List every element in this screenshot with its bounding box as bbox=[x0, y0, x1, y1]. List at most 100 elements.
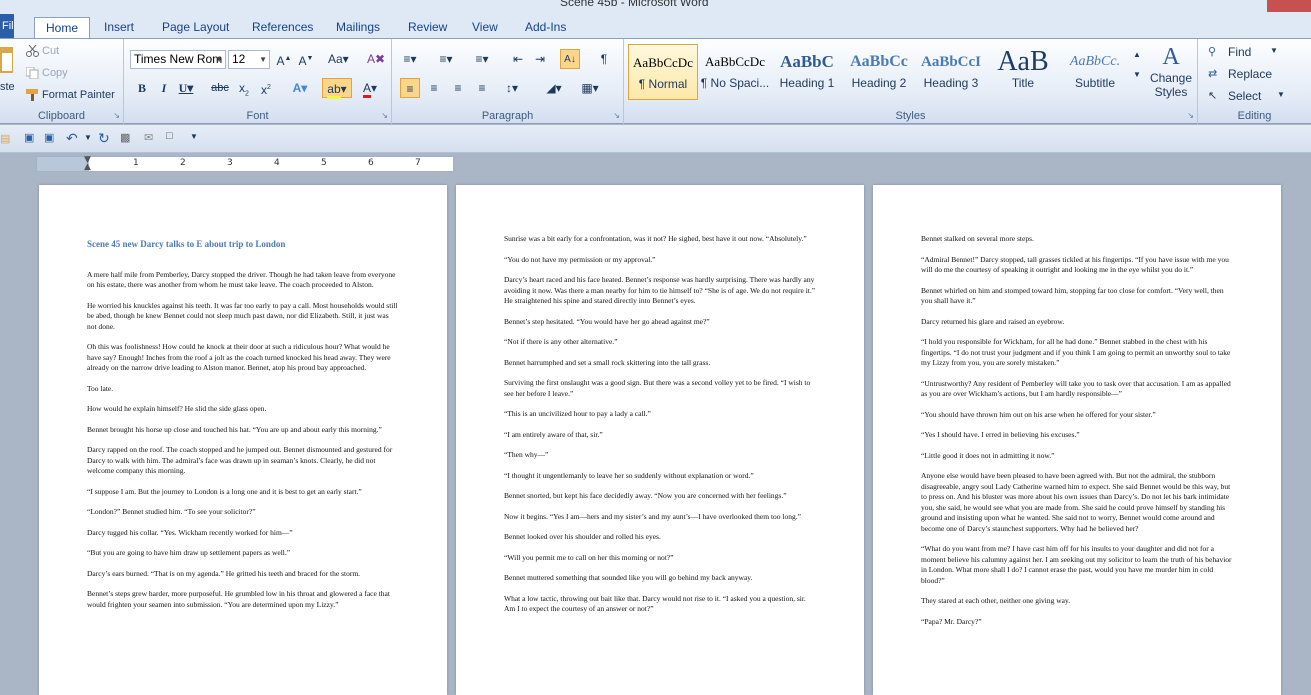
bold-button[interactable]: B bbox=[132, 78, 152, 98]
replace-button[interactable]: Replace bbox=[1228, 67, 1272, 81]
paste-button[interactable]: ste bbox=[0, 81, 15, 93]
highlight-color-button[interactable]: ab▾ bbox=[322, 78, 352, 99]
grow-font-button[interactable]: A▲ bbox=[274, 49, 294, 69]
style-heading-2[interactable]: AaBbCc Heading 2 bbox=[844, 44, 914, 100]
style-no-spacing[interactable]: AaBbCcDc ¶ No Spaci... bbox=[700, 44, 770, 100]
document-page-3[interactable]: Bennet stalked on several more steps. “A… bbox=[873, 185, 1281, 695]
paragraph: Bennet muttered something that sounded l… bbox=[504, 573, 753, 582]
redo-icon[interactable]: ↻ bbox=[98, 130, 110, 147]
font-name-value: Times New Rom bbox=[134, 52, 223, 66]
change-styles-button[interactable]: A Change Styles bbox=[1146, 43, 1196, 103]
line-spacing-icon[interactable]: ↕▾ bbox=[502, 78, 522, 98]
folder-icon[interactable]: ▤ bbox=[0, 132, 10, 145]
tab-add-ins[interactable]: Add-Ins bbox=[525, 17, 566, 38]
customize-qat-icon[interactable]: ▼ bbox=[190, 132, 198, 141]
clipboard-group-label: Clipboard bbox=[37, 110, 86, 122]
clipboard-group: ste Cut Copy Format Painter Clipboard ↘ bbox=[0, 39, 124, 124]
find-dropdown-icon[interactable]: ▼ bbox=[1270, 46, 1278, 55]
shading-icon[interactable]: ◢▾ bbox=[544, 78, 564, 98]
italic-button[interactable]: I bbox=[154, 78, 174, 98]
paragraph: Surviving the first onslaught was a good… bbox=[504, 378, 811, 398]
tab-home[interactable]: Home bbox=[34, 17, 91, 38]
replace-icon: ⇄ bbox=[1208, 68, 1218, 80]
close-button[interactable] bbox=[1267, 0, 1311, 12]
print-preview-icon[interactable]: ▩ bbox=[120, 131, 130, 144]
tab-file[interactable]: File bbox=[0, 14, 14, 38]
email-icon[interactable]: ✉ bbox=[144, 131, 153, 144]
superscript-button[interactable]: x2 bbox=[256, 78, 276, 98]
change-styles-icon: A bbox=[1162, 44, 1180, 70]
binoculars-icon: ⚲ bbox=[1208, 46, 1217, 58]
save-as-icon[interactable]: ▣ bbox=[44, 131, 54, 144]
style-sample: AaBbCcI bbox=[920, 54, 981, 70]
paragraph: “What do you want from me? I have cast h… bbox=[921, 544, 1232, 585]
sort-icon[interactable]: A↓ bbox=[560, 49, 580, 69]
maximize-button[interactable] bbox=[1237, 0, 1267, 12]
tab-insert[interactable]: Insert bbox=[104, 17, 134, 38]
select-button[interactable]: Select bbox=[1228, 89, 1261, 103]
document-page-1[interactable]: Scene 45 new Darcy talks to E about trip… bbox=[39, 185, 447, 695]
font-launcher-icon[interactable]: ↘ bbox=[381, 111, 388, 120]
undo-icon[interactable]: ↶ bbox=[66, 130, 78, 147]
window-controls bbox=[1207, 0, 1311, 14]
bullets-icon[interactable]: ≡▾ bbox=[400, 49, 420, 69]
document-page-2[interactable]: Sunrise was a bit early for a confrontat… bbox=[456, 185, 864, 695]
align-left-button[interactable]: ≡ bbox=[400, 78, 420, 98]
select-dropdown-icon[interactable]: ▼ bbox=[1277, 90, 1285, 99]
ribbon-tabs: File Home Insert Page Layout References … bbox=[0, 14, 1311, 38]
undo-dropdown-icon[interactable]: ▼ bbox=[84, 133, 92, 142]
indent-marker-icon[interactable]: ▼ ▲ bbox=[84, 156, 91, 172]
shrink-font-button[interactable]: A▼ bbox=[296, 49, 316, 69]
align-right-button[interactable]: ≡ bbox=[448, 78, 468, 98]
font-color-button[interactable]: A▾ bbox=[360, 78, 380, 98]
tab-mailings[interactable]: Mailings bbox=[336, 17, 380, 38]
borders-icon[interactable]: ▦▾ bbox=[580, 78, 600, 98]
decrease-indent-icon[interactable]: ⇤ bbox=[508, 49, 528, 69]
paragraph: They stared at each other, neither one g… bbox=[921, 596, 1071, 605]
show-formatting-icon[interactable]: ¶ bbox=[594, 49, 614, 69]
format-painter-button[interactable]: Format Painter bbox=[42, 89, 115, 101]
change-case-button[interactable]: Aa▾ bbox=[328, 49, 349, 69]
justify-button[interactable]: ≡ bbox=[472, 78, 492, 98]
style-sample: AaB bbox=[997, 46, 1049, 77]
gallery-scroll-icon[interactable]: ▲ ▼ bbox=[1132, 45, 1142, 79]
ruler-number: 2 bbox=[180, 158, 186, 168]
paragraph: Oh this was foolishness! How could he kn… bbox=[87, 342, 391, 372]
tab-review[interactable]: Review bbox=[408, 17, 447, 38]
paste-icon bbox=[0, 47, 13, 73]
style-sample: AaBbCcDc bbox=[705, 54, 765, 69]
find-button[interactable]: Find bbox=[1228, 45, 1251, 59]
style-name: Heading 3 bbox=[923, 76, 979, 90]
tab-references[interactable]: References bbox=[252, 17, 313, 38]
underline-button[interactable]: U▾ bbox=[176, 78, 196, 98]
tab-page-layout[interactable]: Page Layout bbox=[162, 17, 229, 38]
title-bar: Scene 45b - Microsoft Word bbox=[0, 0, 1311, 14]
styles-launcher-icon[interactable]: ↘ bbox=[1187, 111, 1194, 120]
tab-view[interactable]: View bbox=[472, 17, 498, 38]
paragraph-launcher-icon[interactable]: ↘ bbox=[613, 111, 620, 120]
style-heading-1[interactable]: AaBbC Heading 1 bbox=[772, 44, 842, 100]
font-size-dropdown[interactable]: 12 ▼ bbox=[228, 50, 270, 69]
align-center-button[interactable]: ≡ bbox=[424, 78, 444, 98]
increase-indent-icon[interactable]: ⇥ bbox=[530, 49, 550, 69]
style-heading-3[interactable]: AaBbCcI Heading 3 bbox=[916, 44, 986, 100]
minimize-button[interactable] bbox=[1207, 0, 1237, 12]
copy-button[interactable]: Copy bbox=[42, 67, 68, 79]
multilevel-list-icon[interactable]: ≡▾ bbox=[472, 49, 492, 69]
save-icon[interactable]: ▣ bbox=[24, 131, 34, 144]
new-document-icon[interactable]: □ bbox=[166, 130, 173, 142]
clear-formatting-icon[interactable]: A✖ bbox=[366, 49, 386, 69]
paragraph: He worried his knuckles against his teet… bbox=[87, 300, 398, 331]
style-title[interactable]: AaB Title bbox=[988, 44, 1058, 100]
strikethrough-button[interactable]: abc bbox=[210, 78, 230, 98]
subscript-button[interactable]: x2 bbox=[234, 78, 254, 98]
paragraph: “But you are going to have him draw up s… bbox=[87, 548, 291, 557]
clipboard-launcher-icon[interactable]: ↘ bbox=[113, 111, 120, 120]
cut-button[interactable]: Cut bbox=[42, 45, 59, 57]
style-normal[interactable]: AaBbCcDc ¶ Normal bbox=[628, 44, 698, 100]
horizontal-ruler[interactable]: ▼ ▲ 1 2 3 4 5 6 7 bbox=[36, 156, 454, 172]
text-effects-button[interactable]: A▾ bbox=[290, 78, 310, 98]
numbering-icon[interactable]: ≡▾ bbox=[436, 49, 456, 69]
font-name-dropdown[interactable]: Times New Rom ▼ bbox=[130, 50, 226, 69]
style-subtitle[interactable]: AaBbCc. Subtitle bbox=[1060, 44, 1130, 100]
